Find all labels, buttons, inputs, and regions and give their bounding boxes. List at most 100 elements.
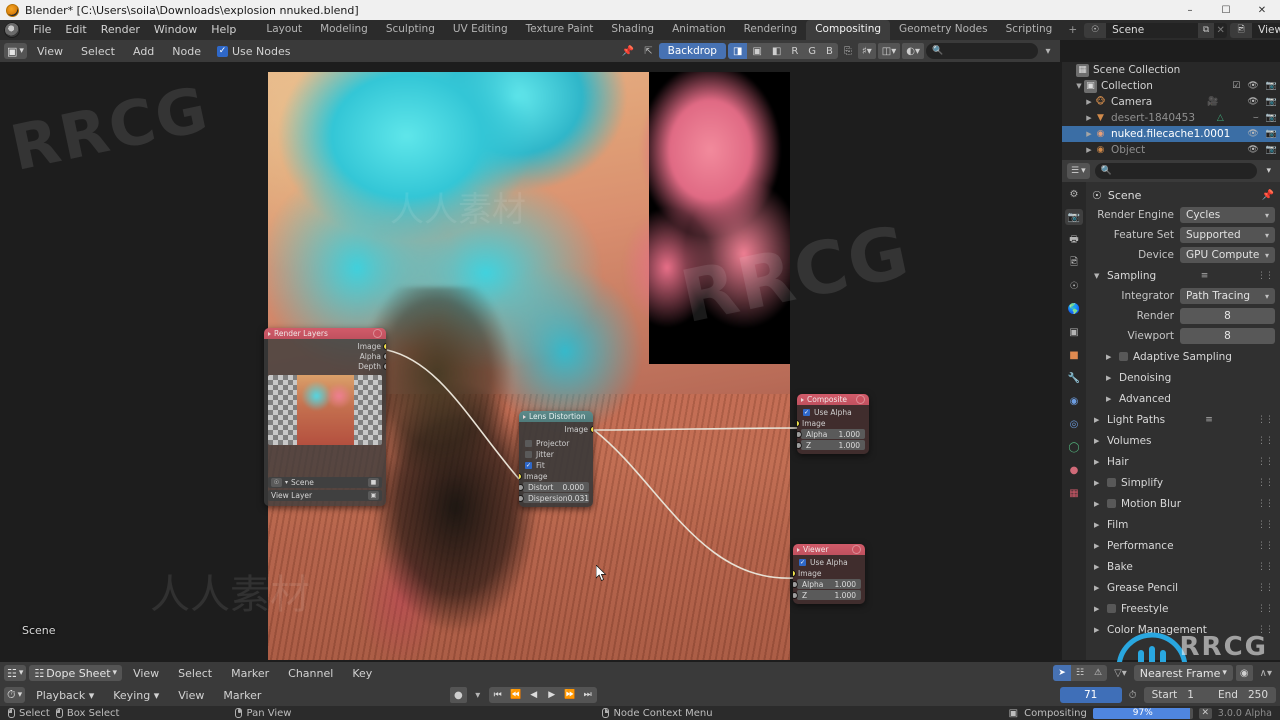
menu-window[interactable]: Window <box>147 20 204 40</box>
socket-image-in[interactable] <box>797 420 799 426</box>
checkbox-icon[interactable] <box>1107 604 1116 613</box>
projector-checkbox[interactable]: Projector <box>519 438 593 449</box>
alpha-field[interactable]: Alpha 1.000 <box>797 429 865 439</box>
render-samples-value[interactable]: 8 <box>1180 308 1275 324</box>
minimize-button[interactable]: – <box>1172 0 1208 20</box>
outliner-row-toggles[interactable]: 👁 📷 <box>1247 145 1277 155</box>
dope-menu-channel[interactable]: Channel <box>280 665 341 682</box>
workspace-tab-rendering[interactable]: Rendering <box>735 20 807 40</box>
move-up-icon[interactable]: ⇱ <box>640 43 656 59</box>
checkbox-icon[interactable]: ☑ <box>1232 81 1240 91</box>
node-input-image[interactable]: Image <box>797 418 869 428</box>
overlays-icon[interactable]: ◫▾ <box>877 43 901 59</box>
node-header-composite[interactable]: Composite <box>797 394 869 405</box>
dope-toggle-group[interactable]: ➤ ☷ ⚠ <box>1053 665 1108 681</box>
node-header-render-layers[interactable]: Render Layers <box>264 328 386 339</box>
properties-tab-texture[interactable]: ▦ <box>1065 485 1083 501</box>
camera-icon[interactable]: 📷 <box>1266 97 1277 107</box>
window-controls[interactable]: – ☐ ✕ <box>1172 0 1280 20</box>
properties-tab-world[interactable]: 🌎 <box>1065 301 1083 317</box>
dope-menu-key[interactable]: Key <box>344 665 380 682</box>
dope-mode-selector[interactable]: ☷ Dope Sheet ▾ <box>29 665 123 681</box>
device-dropdown[interactable]: GPU Compute ▾ <box>1180 247 1275 263</box>
section-motion-blur[interactable]: ▶ Motion Blur ⋮⋮ <box>1086 494 1280 513</box>
expand-triangle-icon[interactable]: ▶ <box>1084 114 1094 122</box>
only-errors-icon[interactable]: ⚠ <box>1089 665 1107 681</box>
node-menu-select[interactable]: Select <box>73 43 123 60</box>
dope-menu-select[interactable]: Select <box>170 665 220 682</box>
field-value[interactable]: 1.000 <box>839 441 860 450</box>
section-simplify[interactable]: ▶ Simplify ⋮⋮ <box>1086 473 1280 492</box>
node-composite[interactable]: Composite ✓ Use Alpha Image Alpha 1.000 <box>797 394 869 454</box>
expand-triangle-icon[interactable]: ▶ <box>1084 130 1094 138</box>
section-volumes[interactable]: ▶ Volumes ⋮⋮ <box>1086 431 1280 450</box>
properties-tab-object[interactable]: ■ <box>1065 347 1083 363</box>
timeline-menu-marker[interactable]: Marker <box>215 687 269 704</box>
drag-handle-icon[interactable]: ⋮⋮ <box>1257 583 1274 593</box>
list-view-icon[interactable]: ≡ <box>1201 271 1209 281</box>
viewport-samples-value[interactable]: 8 <box>1180 328 1275 344</box>
use-alpha-checkbox[interactable]: ✓ Use Alpha <box>793 557 865 568</box>
blender-menu-icon[interactable] <box>4 22 20 38</box>
field-value[interactable]: 1.000 <box>835 591 856 600</box>
view-layer-selector[interactable]: 🖻 View Layer ⧉ ✕ <box>1230 22 1280 38</box>
view-layer-name[interactable]: View Layer <box>1252 23 1280 38</box>
only-selected-icon[interactable]: ➤ <box>1053 665 1072 681</box>
properties-tab-particles[interactable]: ◉ <box>1065 393 1083 409</box>
outliner-row-nuked-filecache[interactable]: ▶ ◉ nuked.filecache1.0001 👁 📷 <box>1062 126 1280 142</box>
gizmo-icon[interactable]: ◐▾ <box>902 43 924 59</box>
workspace-tab-add[interactable]: + <box>1061 21 1084 40</box>
outliner-row-toggles[interactable]: 👁 📷 <box>1247 129 1277 139</box>
outliner-row-toggles[interactable]: △ ⌣ 📷 <box>1217 113 1277 123</box>
falloff-icon[interactable]: ∧▾ <box>1256 665 1276 681</box>
drag-handle-icon[interactable]: ⋮⋮ <box>1257 562 1274 572</box>
timeline-menu-view[interactable]: View <box>170 687 212 704</box>
properties-tab-view-layer[interactable]: 🖻 <box>1065 255 1083 271</box>
section-light-paths[interactable]: ▶ Light Paths ≡ ⋮⋮ <box>1086 410 1280 429</box>
drag-handle-icon[interactable]: ⋮⋮ <box>1257 478 1274 488</box>
drag-handle-icon[interactable]: ⋮⋮ <box>1257 604 1274 614</box>
unlink-icon[interactable]: ■ <box>368 478 379 487</box>
field-value[interactable]: 0.031 <box>568 494 589 503</box>
socket-alpha-in[interactable] <box>793 581 797 587</box>
start-frame-value[interactable]: 1 <box>1187 689 1194 701</box>
scene-selector[interactable]: ☉ Scene ⧉ ✕ <box>1084 22 1228 38</box>
close-button[interactable]: ✕ <box>1244 0 1280 20</box>
scene-field[interactable]: ☉ ▾ Scene ■ <box>268 477 382 488</box>
play-reverse-button[interactable]: ◀ <box>525 687 543 703</box>
socket-dispersion-in[interactable] <box>519 495 523 501</box>
outliner-row-object[interactable]: ▶ ◉ Object 👁 📷 <box>1062 142 1280 158</box>
properties-tab-column[interactable]: ⚙ 📷 🖶 🖻 ☉ 🌎 ▣ ■ 🔧 ◉ ◎ ◯ ● ▦ <box>1062 182 1086 660</box>
section-denoising[interactable]: ▶ Denoising <box>1086 368 1280 387</box>
transport-controls[interactable]: ⏮ ⏪ ◀ ▶ ⏩ ⏭ <box>488 687 597 703</box>
snap-magnet-icon[interactable]: ♯▾ <box>857 43 876 59</box>
outliner-row-scene-collection[interactable]: ▦ Scene Collection <box>1062 62 1280 78</box>
pin-icon[interactable]: 📌 <box>1262 190 1274 201</box>
section-hair[interactable]: ▶ Hair ⋮⋮ <box>1086 452 1280 471</box>
checkbox-icon[interactable] <box>1107 478 1116 487</box>
dope-menu-view[interactable]: View <box>125 665 167 682</box>
display-mode-selector[interactable]: ☰ ▾ <box>1067 163 1090 179</box>
node-menu-view[interactable]: View <box>29 43 71 60</box>
snap-pin-icon[interactable]: 📌 <box>618 43 638 59</box>
feature-set-row[interactable]: Feature Set Supported ▾ <box>1086 226 1275 244</box>
timeline-menu-playback[interactable]: Playback ▾ <box>28 687 102 704</box>
section-grease-pencil[interactable]: ▶ Grease Pencil ⋮⋮ <box>1086 578 1280 597</box>
properties-tab-modifiers[interactable]: 🔧 <box>1065 370 1083 386</box>
outliner-search-input[interactable]: 🔍 <box>1094 163 1258 179</box>
node-editor-canvas[interactable]: RRCG RRCG 人人素材 人人素材 Render Layers Image <box>0 62 1060 660</box>
drag-handle-icon[interactable]: ⋮⋮ <box>1257 271 1274 281</box>
eye-icon[interactable]: 👁 <box>1247 81 1258 91</box>
jump-end-button[interactable]: ⏭ <box>579 687 597 703</box>
fit-checkbox[interactable]: ✓ Fit <box>519 460 593 471</box>
channel-color-alpha[interactable]: ◨ <box>727 43 748 59</box>
backdrop-toggle[interactable]: Backdrop <box>658 43 726 59</box>
expand-triangle-icon[interactable]: ▶ <box>1084 146 1094 154</box>
socket-image-in[interactable] <box>519 473 521 479</box>
z-field[interactable]: Z 1.000 <box>793 590 861 600</box>
outliner[interactable]: ▦ Scene Collection ▼ ▣ Collection ☑ 👁 📷 … <box>1062 62 1280 160</box>
drag-handle-icon[interactable]: ⋮⋮ <box>1257 499 1274 509</box>
workspace-tab-animation[interactable]: Animation <box>663 20 735 40</box>
use-alpha-checkbox[interactable]: ✓ Use Alpha <box>797 407 869 418</box>
properties-tab-scene[interactable]: ☉ <box>1065 278 1083 294</box>
